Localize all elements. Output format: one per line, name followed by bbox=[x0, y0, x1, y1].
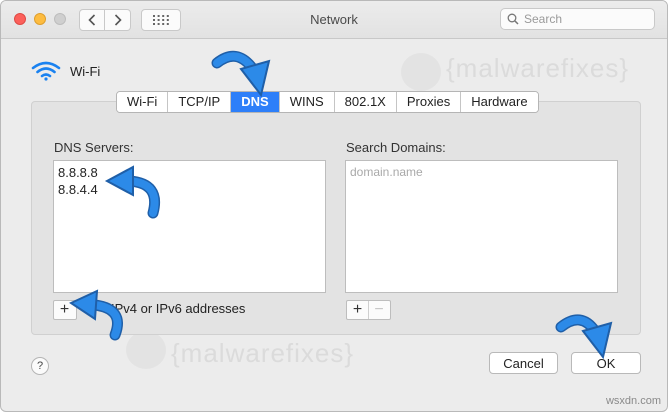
interface-name: Wi-Fi bbox=[70, 63, 101, 79]
tab-wifi[interactable]: Wi-Fi bbox=[117, 92, 169, 112]
search-domains-placeholder: domain.name bbox=[350, 165, 423, 179]
arrow-icon bbox=[555, 314, 613, 360]
interface-header: Wi-Fi bbox=[31, 61, 100, 81]
titlebar: Network bbox=[1, 1, 667, 39]
network-window: Network {malwarefixes} {malwarefixes} {m… bbox=[0, 0, 668, 412]
search-icon bbox=[507, 13, 519, 25]
wifi-icon bbox=[31, 61, 61, 81]
dns-servers-list[interactable]: 8.8.8.8 8.8.4.4 bbox=[53, 160, 326, 293]
watermark: {malwarefixes} bbox=[171, 338, 355, 368]
tab-proxies[interactable]: Proxies bbox=[396, 92, 462, 112]
add-search-domain-button[interactable]: + bbox=[347, 301, 368, 319]
arrow-icon bbox=[104, 165, 160, 219]
search-input[interactable] bbox=[524, 12, 649, 26]
watermark-logo bbox=[126, 331, 166, 369]
arrow-icon bbox=[69, 289, 123, 341]
dns-server-item[interactable]: 8.8.8.8 bbox=[54, 164, 325, 181]
tab-bar: Wi-Fi TCP/IP DNS WINS 802.1X Proxies Har… bbox=[116, 91, 539, 113]
help-button[interactable]: ? bbox=[31, 357, 49, 375]
site-credit: wsxdn.com bbox=[605, 395, 661, 407]
watermark: {malwarefixes} bbox=[446, 53, 630, 83]
remove-search-domain-button[interactable]: − bbox=[368, 301, 389, 319]
cancel-button[interactable]: Cancel bbox=[489, 352, 558, 374]
arrow-icon bbox=[211, 50, 271, 98]
watermark-logo bbox=[401, 53, 441, 91]
tab-wins[interactable]: WINS bbox=[279, 92, 335, 112]
search-domains-label: Search Domains: bbox=[346, 140, 446, 155]
search-domains-controls: + − bbox=[346, 300, 391, 320]
search-field[interactable] bbox=[500, 8, 655, 30]
dns-servers-hint: IPv4 or IPv6 addresses bbox=[111, 301, 246, 316]
dns-server-item[interactable]: 8.8.4.4 bbox=[54, 181, 325, 198]
tab-8021x[interactable]: 802.1X bbox=[334, 92, 397, 112]
search-domains-list[interactable]: domain.name bbox=[345, 160, 618, 293]
tab-hardware[interactable]: Hardware bbox=[461, 92, 538, 112]
dns-servers-label: DNS Servers: bbox=[54, 140, 134, 155]
